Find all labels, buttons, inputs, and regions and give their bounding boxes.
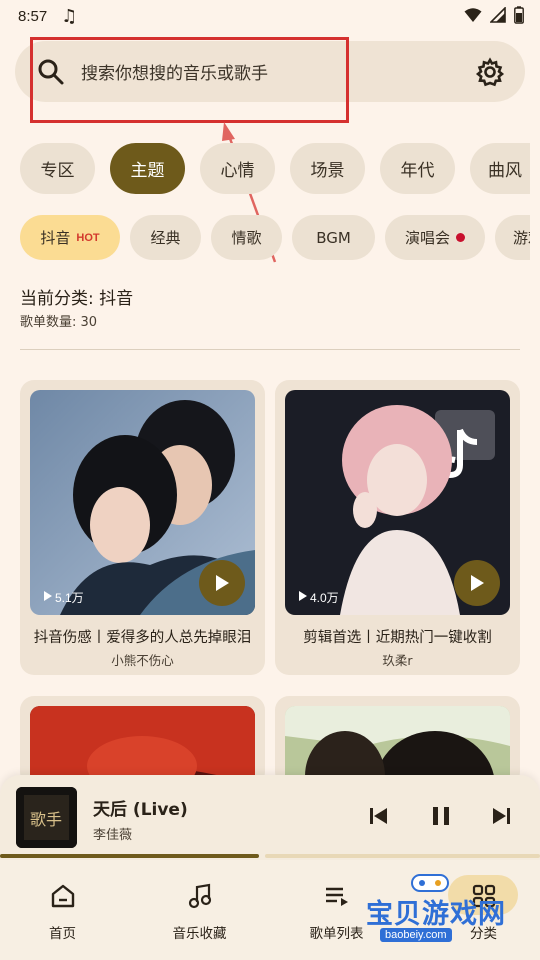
secondary-tabs: 抖音HOT 经典 情歌 BGM 演唱会 游戏 (20, 215, 530, 260)
playlist-card[interactable]: 4.0万 剪辑首选丨近期热门一键收割 玖柔r (275, 380, 520, 675)
tab-niandai[interactable]: 年代 (380, 143, 455, 194)
tab-changjing[interactable]: 场景 (290, 143, 365, 194)
settings-gear-icon[interactable] (475, 57, 505, 87)
previous-track-icon[interactable] (368, 805, 390, 827)
subtab-bgm[interactable]: BGM (292, 215, 375, 260)
playlist-title: 抖音伤感丨爱得多的人总先掉眼泪 (33, 630, 252, 646)
current-category: 当前分类: 抖音 (20, 289, 134, 309)
play-button[interactable] (454, 560, 500, 606)
subtab-douyin[interactable]: 抖音 HOT (20, 215, 120, 260)
category-icon (472, 884, 495, 908)
play-count: 5.1万 (55, 591, 84, 605)
home-icon (51, 884, 74, 908)
subtab-jingdian[interactable]: 经典 (130, 215, 201, 260)
subtab-concert[interactable]: 演唱会 (385, 215, 485, 260)
signal-icon (490, 7, 506, 23)
wifi-icon (464, 8, 482, 22)
nav-label: 音乐收藏 (172, 926, 227, 942)
album-art-text: 歌手 (30, 810, 62, 829)
next-track-icon[interactable] (490, 805, 512, 827)
pause-icon[interactable] (430, 805, 452, 827)
tab-zhuti[interactable]: 主题 (110, 143, 185, 194)
nav-label: 首页 (49, 926, 76, 942)
primary-tabs: 专区 主题 心情 场景 年代 曲风 (20, 143, 530, 194)
playlist-author: 玖柔r (382, 653, 413, 668)
tab-qufeng[interactable]: 曲风 (470, 143, 530, 194)
search-input[interactable]: 搜索你想搜的音乐或歌手 (81, 59, 268, 84)
play-count-icon (44, 591, 52, 601)
status-bar: 8:57 ♫ (0, 0, 540, 32)
music-notification-icon: ♫ (61, 5, 78, 27)
playlist-card[interactable] (275, 696, 520, 786)
playlist-author: 小熊不伤心 (111, 653, 174, 668)
battery-icon (514, 6, 524, 24)
play-icon (471, 575, 484, 591)
mini-player[interactable]: 歌手 天后 (Live) 李佳薇 (0, 775, 540, 860)
progress-remaining (265, 854, 540, 858)
now-playing-title: 天后 (Live) (93, 800, 188, 820)
music-note-icon (188, 883, 211, 909)
nav-item-category[interactable]: 分类 (416, 860, 540, 960)
search-icon[interactable] (37, 58, 65, 86)
playlist-card[interactable] (20, 696, 265, 786)
playlist-card[interactable]: 5.1万 抖音伤感丨爱得多的人总先掉眼泪 小熊不伤心 (20, 380, 265, 675)
nav-item-favorites[interactable]: 音乐收藏 (132, 860, 267, 960)
playlist-icon (325, 887, 348, 906)
status-time: 8:57 (18, 7, 48, 25)
subtab-qingge[interactable]: 情歌 (211, 215, 282, 260)
play-count: 4.0万 (310, 591, 339, 605)
play-count-icon (299, 591, 307, 601)
nav-item-playlists[interactable]: 歌单列表 (269, 860, 404, 960)
nav-label: 分类 (470, 926, 497, 942)
bottom-nav: 首页 音乐收藏 歌单列表 分类 (0, 860, 540, 960)
divider (20, 349, 520, 350)
subtab-game[interactable]: 游戏 (495, 215, 530, 260)
playlist-title: 剪辑首选丨近期热门一键收割 (303, 630, 492, 646)
new-dot-badge (456, 233, 465, 242)
playback-progress-bar[interactable] (0, 854, 540, 858)
play-button[interactable] (199, 560, 245, 606)
tab-zhuanqu[interactable]: 专区 (20, 143, 95, 194)
playlist-cover-image (285, 706, 510, 786)
playlist-cover-image (30, 706, 255, 786)
search-bar[interactable]: 搜索你想搜的音乐或歌手 (15, 41, 525, 102)
nav-label: 歌单列表 (309, 926, 364, 942)
nav-item-home[interactable]: 首页 (0, 860, 130, 960)
album-art: 歌手 (16, 787, 77, 848)
play-icon (216, 575, 229, 591)
status-icons (464, 6, 524, 24)
hot-badge: HOT (76, 231, 100, 244)
progress-fill (0, 854, 259, 858)
tab-xinqing[interactable]: 心情 (200, 143, 275, 194)
now-playing-artist: 李佳薇 (93, 828, 133, 843)
playlist-count: 歌单数量: 30 (20, 315, 98, 330)
